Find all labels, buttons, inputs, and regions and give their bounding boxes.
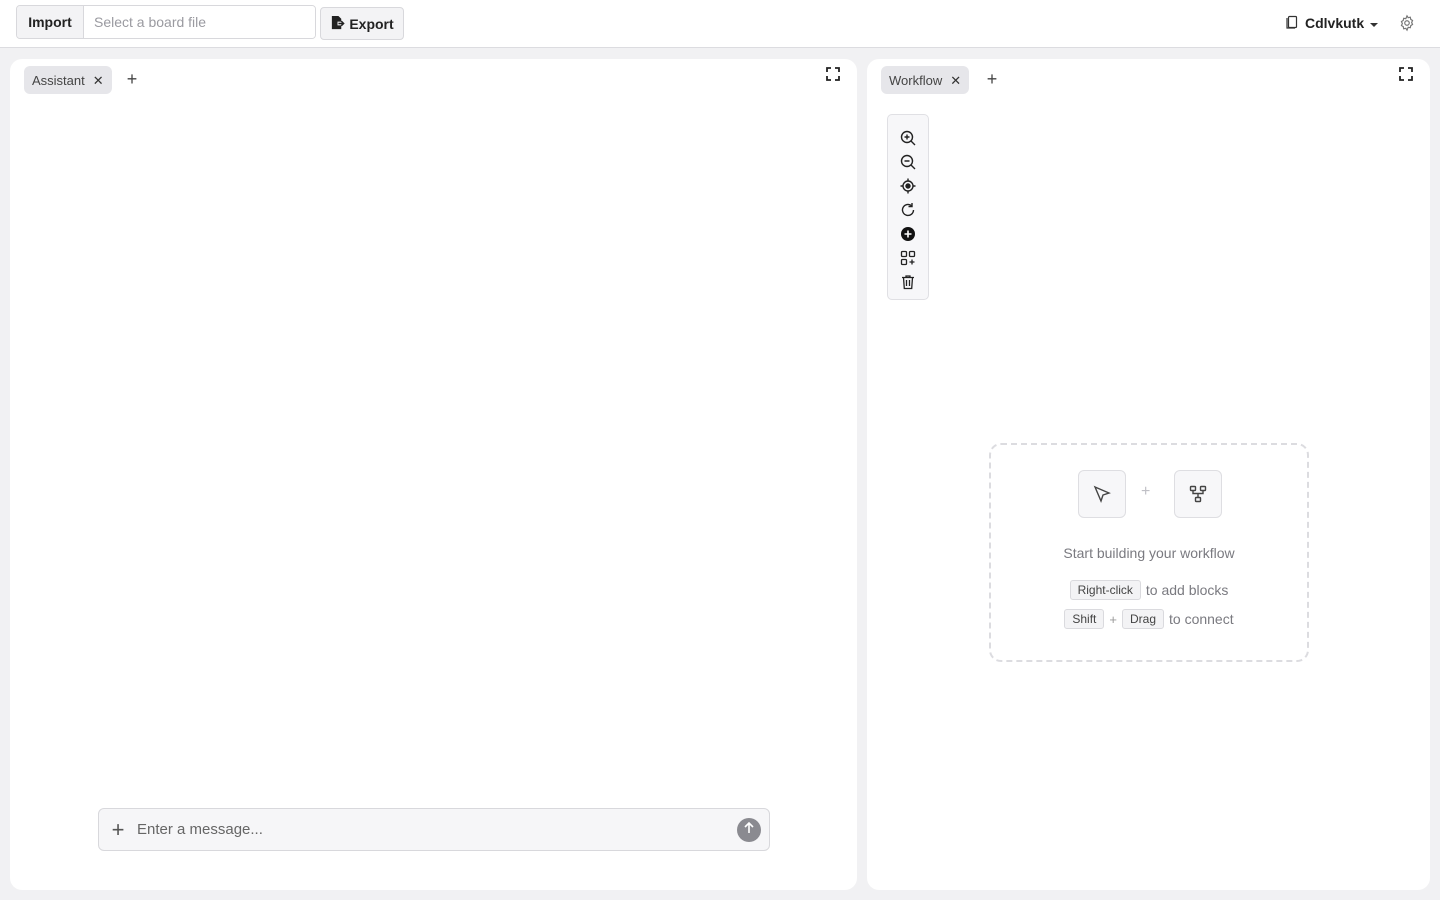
fullscreen-button[interactable] [1399,67,1415,83]
document-icon [1286,15,1299,32]
cursor-tile [1078,470,1126,518]
grid-icon [900,250,916,266]
key-shift: Shift [1064,609,1105,629]
add-tab-button[interactable]: + [122,69,142,89]
zoom-in-icon [900,130,916,146]
add-block-button[interactable] [899,225,917,243]
plus-separator: + [1141,483,1151,500]
workflow-panel: Workflow ✕ + + Start building your workf… [867,59,1430,890]
workspace-selector[interactable]: Cdlvkutk [1286,13,1379,33]
workflow-empty-state: + Start building your workflow Right-cli… [989,443,1309,662]
settings-button[interactable] [1398,14,1418,34]
fullscreen-icon [826,67,840,85]
empty-state-title: Start building your workflow [1063,545,1235,561]
message-input[interactable] [137,809,737,850]
key-drag: Drag [1121,609,1164,629]
key-separator: + [1109,611,1117,627]
tab-label: Assistant [32,72,85,88]
zoom-out-button[interactable] [899,153,917,171]
center-icon [900,178,916,194]
refresh-icon [901,203,915,217]
top-bar: Import Export Cdlvkutk [0,0,1440,48]
fullscreen-icon [1399,67,1413,85]
hint-text: to add blocks [1145,582,1229,598]
board-file-input[interactable] [84,6,315,38]
send-button[interactable] [737,817,761,842]
tab-workflow[interactable]: Workflow ✕ [881,66,970,94]
cursor-icon [1093,485,1111,503]
caret-down-icon [1370,15,1379,31]
center-button[interactable] [899,177,917,195]
tab-assistant[interactable]: Assistant ✕ [24,66,112,94]
delete-button[interactable] [899,273,917,291]
attach-button[interactable]: + [99,809,137,850]
canvas-toolbar [887,114,929,300]
hint-connect: Shift + Drag to connect [991,609,1307,629]
flow-tile [1174,470,1222,518]
tab-label: Workflow [889,72,943,88]
add-tab-button[interactable]: + [982,69,1002,89]
hint-add-blocks: Right-click to add blocks [991,580,1307,600]
chat-input-box: + [98,808,770,851]
gear-icon [1398,14,1416,36]
import-group: Import [16,5,316,39]
add-circle-icon [901,227,915,241]
hint-text: to connect [1169,611,1234,627]
import-button[interactable]: Import [17,6,84,38]
fullscreen-button[interactable] [826,67,842,83]
assistant-panel: Assistant ✕ + + [10,59,857,890]
layout-button[interactable] [899,249,917,267]
refresh-button[interactable] [899,201,917,219]
arrow-up-icon [743,821,755,839]
workspace-name: Cdlvkutk [1305,15,1365,31]
zoom-out-icon [900,154,916,170]
export-label: Export [349,15,394,32]
trash-icon [902,275,914,290]
export-button[interactable]: Export [320,7,404,40]
tab-close-button[interactable]: ✕ [93,74,104,87]
key-right-click: Right-click [1069,580,1141,600]
zoom-in-button[interactable] [899,129,917,147]
workflow-icon [1189,485,1207,503]
export-icon [330,15,345,33]
tab-close-button[interactable]: ✕ [950,74,961,87]
